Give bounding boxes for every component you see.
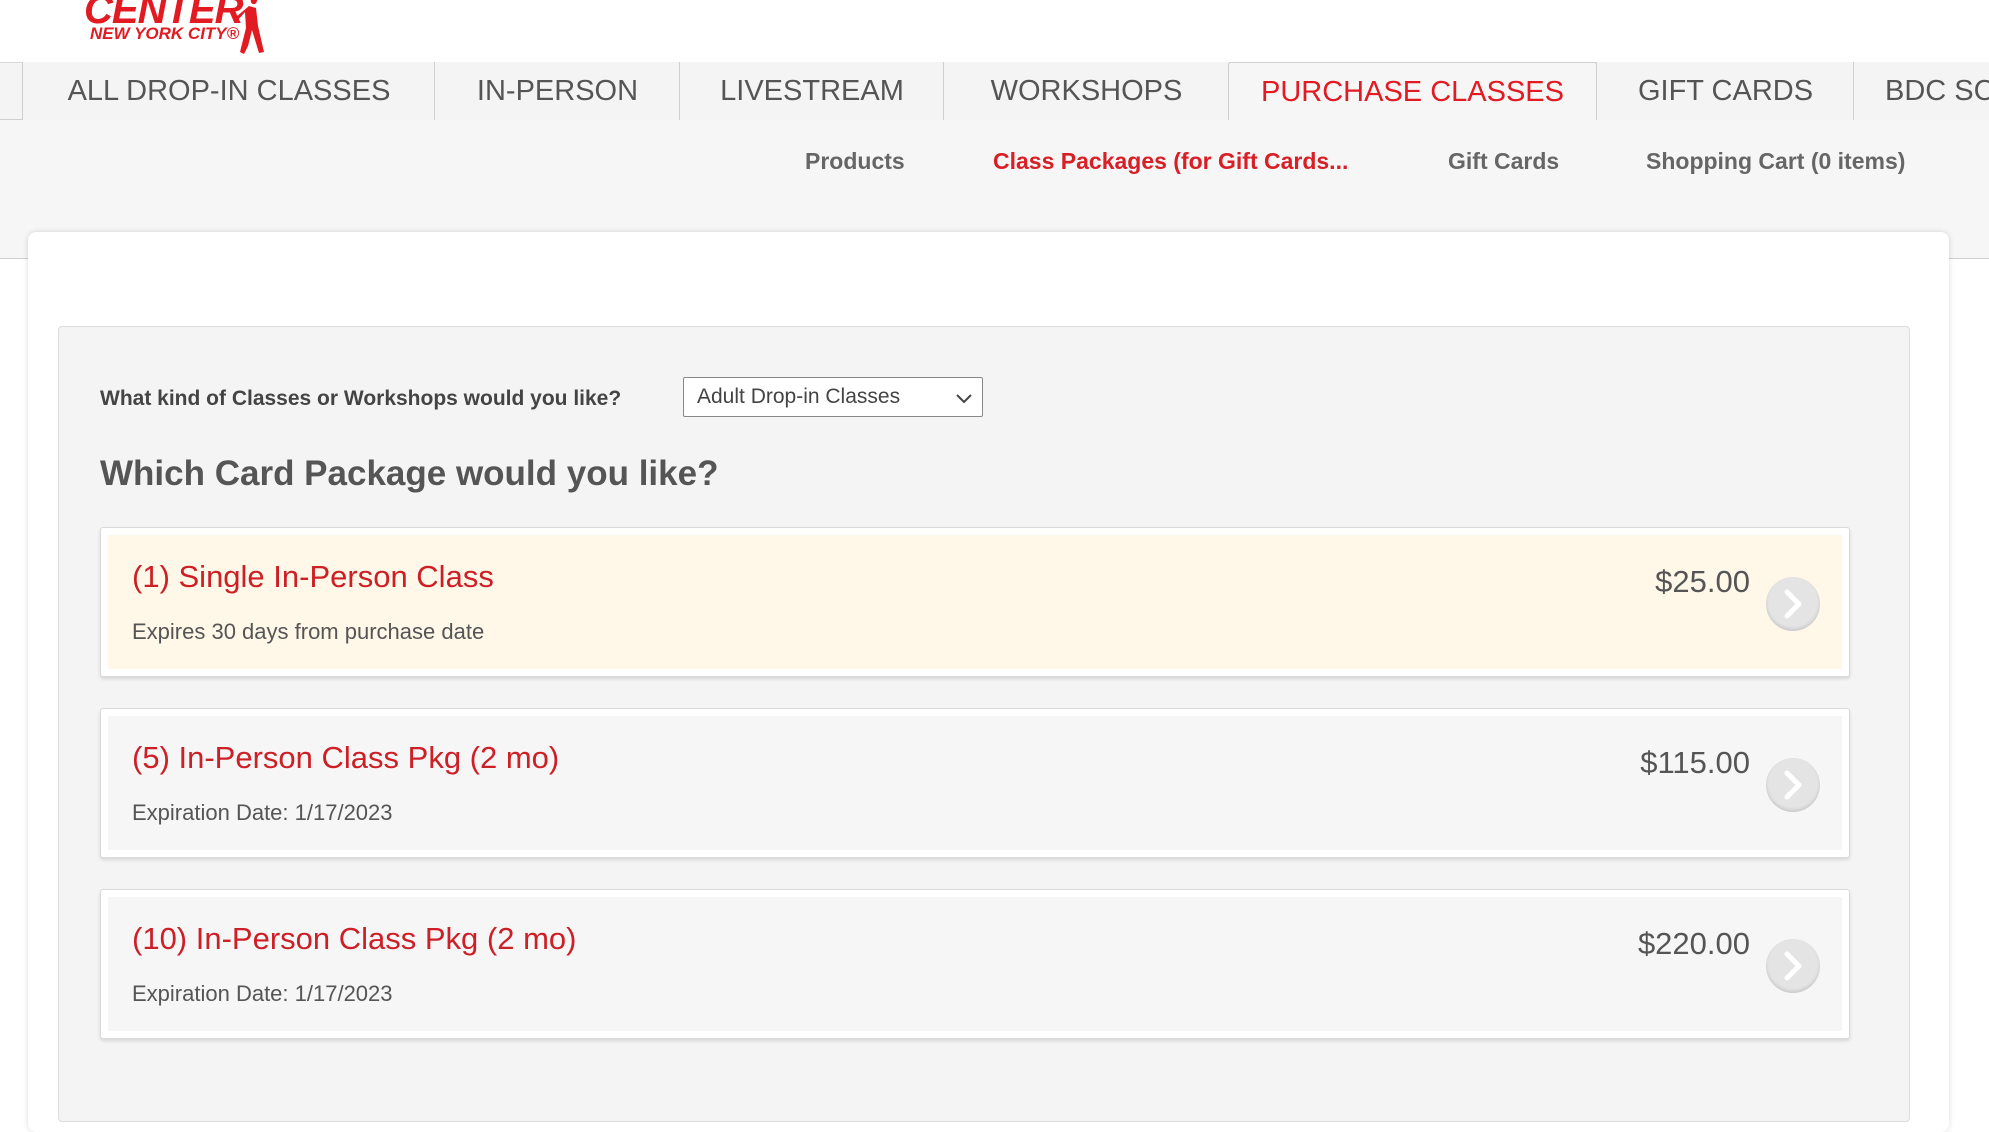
tab-label: PURCHASE CLASSES (1261, 76, 1564, 108)
subnav-products[interactable]: Products (805, 148, 905, 175)
package-item-body: (1) Single In-Person Class Expires 30 da… (108, 535, 1842, 669)
class-type-selected-value: Adult Drop-in Classes (697, 385, 901, 408)
tab-label: LIVESTREAM (720, 75, 904, 107)
chevron-down-icon (956, 394, 972, 404)
tab-all-drop-in-classes[interactable]: ALL DROP-IN CLASSES (22, 62, 435, 120)
tab-gift-cards[interactable]: GIFT CARDS (1596, 62, 1854, 120)
package-price: $220.00 (1637, 926, 1750, 961)
class-type-label: What kind of Classes or Workshops would … (100, 387, 622, 410)
site-logo[interactable]: CENTER NEW YORK CITY® (84, 0, 274, 58)
package-item[interactable]: (5) In-Person Class Pkg (2 mo) Expiratio… (100, 708, 1850, 858)
package-item[interactable]: (10) In-Person Class Pkg (2 mo) Expirati… (100, 889, 1850, 1039)
package-description: Expires 30 days from purchase date (132, 619, 485, 644)
tab-label: WORKSHOPS (990, 75, 1183, 107)
tab-label: ALL DROP-IN CLASSES (67, 75, 391, 107)
main-tab-bar: ALL DROP-IN CLASSES IN-PERSON LIVESTREAM… (0, 62, 1989, 122)
tab-purchase-classes[interactable]: PURCHASE CLASSES (1228, 62, 1597, 122)
class-type-select[interactable]: Adult Drop-in Classes (683, 377, 983, 417)
chevron-right-icon[interactable] (1766, 577, 1820, 631)
package-panel: What kind of Classes or Workshops would … (58, 326, 1910, 1122)
tab-workshops[interactable]: WORKSHOPS (943, 62, 1229, 120)
package-price: $115.00 (1640, 745, 1750, 780)
package-item[interactable]: (1) Single In-Person Class Expires 30 da… (100, 527, 1850, 677)
package-description: Expiration Date: 1/17/2023 (132, 800, 393, 825)
tab-label: BDC SC (1885, 75, 1989, 107)
subnav-gift-cards[interactable]: Gift Cards (1448, 148, 1559, 175)
package-description: Expiration Date: 1/17/2023 (132, 981, 393, 1006)
tab-label: IN-PERSON (476, 75, 639, 107)
package-price: $25.00 (1655, 564, 1750, 599)
content-card: What kind of Classes or Workshops would … (28, 232, 1949, 1132)
tab-livestream[interactable]: LIVESTREAM (679, 62, 944, 120)
subnav-shopping-cart[interactable]: Shopping Cart (0 items) (1646, 148, 1905, 175)
package-item-body: (5) In-Person Class Pkg (2 mo) Expiratio… (108, 716, 1842, 850)
subnav-class-packages[interactable]: Class Packages (for Gift Cards... (993, 148, 1348, 175)
package-name: (1) Single In-Person Class (132, 559, 494, 594)
dancer-logo-icon (236, 0, 264, 54)
package-item-body: (10) In-Person Class Pkg (2 mo) Expirati… (108, 897, 1842, 1031)
package-name: (5) In-Person Class Pkg (2 mo) (132, 740, 560, 775)
section-title: Which Card Package would you like? (100, 454, 719, 493)
chevron-right-icon[interactable] (1766, 939, 1820, 993)
site-header: CENTER NEW YORK CITY® (0, 0, 1989, 62)
tab-bdc-school[interactable]: BDC SC (1853, 62, 1989, 120)
tab-label: GIFT CARDS (1637, 75, 1814, 107)
package-name: (10) In-Person Class Pkg (2 mo) (132, 921, 577, 956)
chevron-right-icon[interactable] (1766, 758, 1820, 812)
tab-in-person[interactable]: IN-PERSON (434, 62, 680, 120)
logo-subtitle: NEW YORK CITY® (90, 24, 240, 43)
